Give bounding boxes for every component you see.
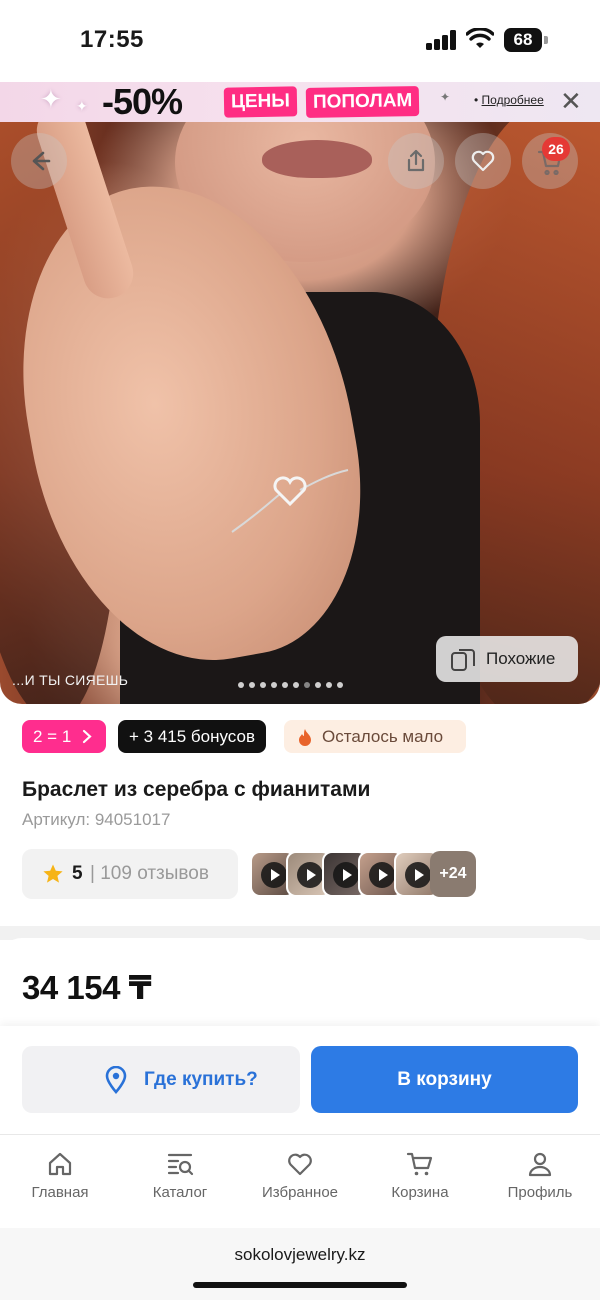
- wifi-icon: [466, 28, 494, 48]
- arrow-left-icon: [32, 151, 51, 171]
- tab-catalog-label: Каталог: [152, 1184, 208, 1201]
- bonus-chip[interactable]: + 3 415 бонусов: [118, 720, 266, 753]
- cart-count-badge: 26: [542, 137, 570, 161]
- battery-level: 68: [504, 28, 542, 52]
- promo-more-link[interactable]: • Подробнее: [474, 93, 544, 107]
- battery-icon: 68: [504, 28, 548, 52]
- pagination-dot[interactable]: [238, 682, 244, 688]
- tab-favorites-label: Избранное: [261, 1184, 339, 1201]
- low-stock-chip: Осталось мало: [284, 720, 466, 753]
- play-icon: [261, 862, 287, 888]
- pagination-dot[interactable]: [326, 682, 332, 688]
- home-indicator[interactable]: [193, 1282, 407, 1288]
- product-title: Браслет из серебра с фианитами: [22, 778, 371, 801]
- promo-tag-half: ПОПОЛАМ: [305, 86, 420, 118]
- share-icon: [407, 149, 425, 172]
- similar-button[interactable]: Похожие: [436, 636, 578, 682]
- tab-cart-label: Корзина: [391, 1184, 449, 1201]
- back-button[interactable]: [11, 133, 67, 189]
- favorite-button[interactable]: [455, 133, 511, 189]
- similar-icon: [451, 649, 475, 671]
- location-pin-icon: [105, 1066, 127, 1094]
- sparkle-icon: ✦: [440, 90, 451, 104]
- chevron-right-icon: [82, 729, 92, 744]
- play-icon: [405, 862, 431, 888]
- tab-home[interactable]: Главная: [0, 1150, 120, 1210]
- sparkle-icon: ✦: [76, 98, 88, 114]
- low-stock-label: Осталось мало: [322, 727, 444, 746]
- promo-banner[interactable]: ✦ ✦ -50% ЦЕНЫ ПОПОЛАМ ✦ • Подробнее ✕: [0, 82, 600, 122]
- promo-chip[interactable]: 2 = 1: [22, 720, 106, 753]
- promo-tag-prices: ЦЕНЫ: [223, 86, 298, 118]
- pagination-dot[interactable]: [271, 682, 277, 688]
- where-to-buy-button[interactable]: Где купить?: [22, 1046, 300, 1113]
- similar-label: Похожие: [486, 649, 556, 668]
- status-bar: 17:55 68: [0, 0, 600, 82]
- heart-icon: [471, 150, 495, 172]
- pagination-dot[interactable]: [315, 682, 321, 688]
- sparkle-icon: ✦: [40, 84, 62, 114]
- play-icon: [333, 862, 359, 888]
- pagination-dot[interactable]: [282, 682, 288, 688]
- rating-button[interactable]: 5 | 109 отзывов: [22, 849, 238, 899]
- image-pagination[interactable]: [238, 682, 343, 688]
- promo-discount: -50%: [102, 82, 183, 122]
- tab-profile-label: Профиль: [507, 1184, 573, 1201]
- bracelet-illustration: [231, 469, 349, 533]
- play-icon: [369, 862, 395, 888]
- promo-chip-label: 2 = 1: [33, 727, 72, 746]
- heart-icon: [288, 1153, 312, 1176]
- cart-icon: [406, 1152, 433, 1176]
- signal-icon: [426, 30, 458, 50]
- tab-home-label: Главная: [31, 1184, 89, 1201]
- product-image[interactable]: ...И ТЫ СИЯЕШЬ: [0, 122, 600, 704]
- reviews-count: | 109 отзывов: [90, 863, 209, 884]
- tab-favorites[interactable]: Избранное: [240, 1150, 360, 1210]
- where-to-buy-label: Где купить?: [144, 1069, 258, 1090]
- status-time: 17:55: [80, 26, 144, 53]
- user-icon: [528, 1152, 552, 1177]
- share-button[interactable]: [388, 133, 444, 189]
- tab-catalog[interactable]: Каталог: [120, 1150, 240, 1210]
- add-to-cart-button[interactable]: В корзину: [311, 1046, 578, 1113]
- tab-profile[interactable]: Профиль: [480, 1150, 600, 1210]
- pagination-dot[interactable]: [260, 682, 266, 688]
- pagination-dot-active[interactable]: [304, 682, 310, 688]
- more-media-button[interactable]: +24: [430, 851, 476, 897]
- image-caption: ...И ТЫ СИЯЕШЬ: [12, 672, 129, 688]
- url-text[interactable]: sokolovjewelry.kz: [0, 1245, 600, 1265]
- catalog-icon: [167, 1153, 194, 1176]
- play-icon: [297, 862, 323, 888]
- fire-icon: [299, 729, 311, 746]
- close-icon[interactable]: ✕: [560, 88, 582, 114]
- pagination-dot[interactable]: [337, 682, 343, 688]
- product-article: Артикул: 94051017: [22, 810, 171, 829]
- review-media-strip[interactable]: +24: [250, 851, 480, 897]
- star-icon: [43, 864, 63, 883]
- product-price: 34 154 ₸: [22, 969, 152, 1006]
- tab-cart[interactable]: Корзина: [360, 1150, 480, 1210]
- rating-score: 5: [72, 863, 83, 884]
- home-icon: [48, 1152, 72, 1176]
- pagination-dot[interactable]: [249, 682, 255, 688]
- pagination-dot[interactable]: [293, 682, 299, 688]
